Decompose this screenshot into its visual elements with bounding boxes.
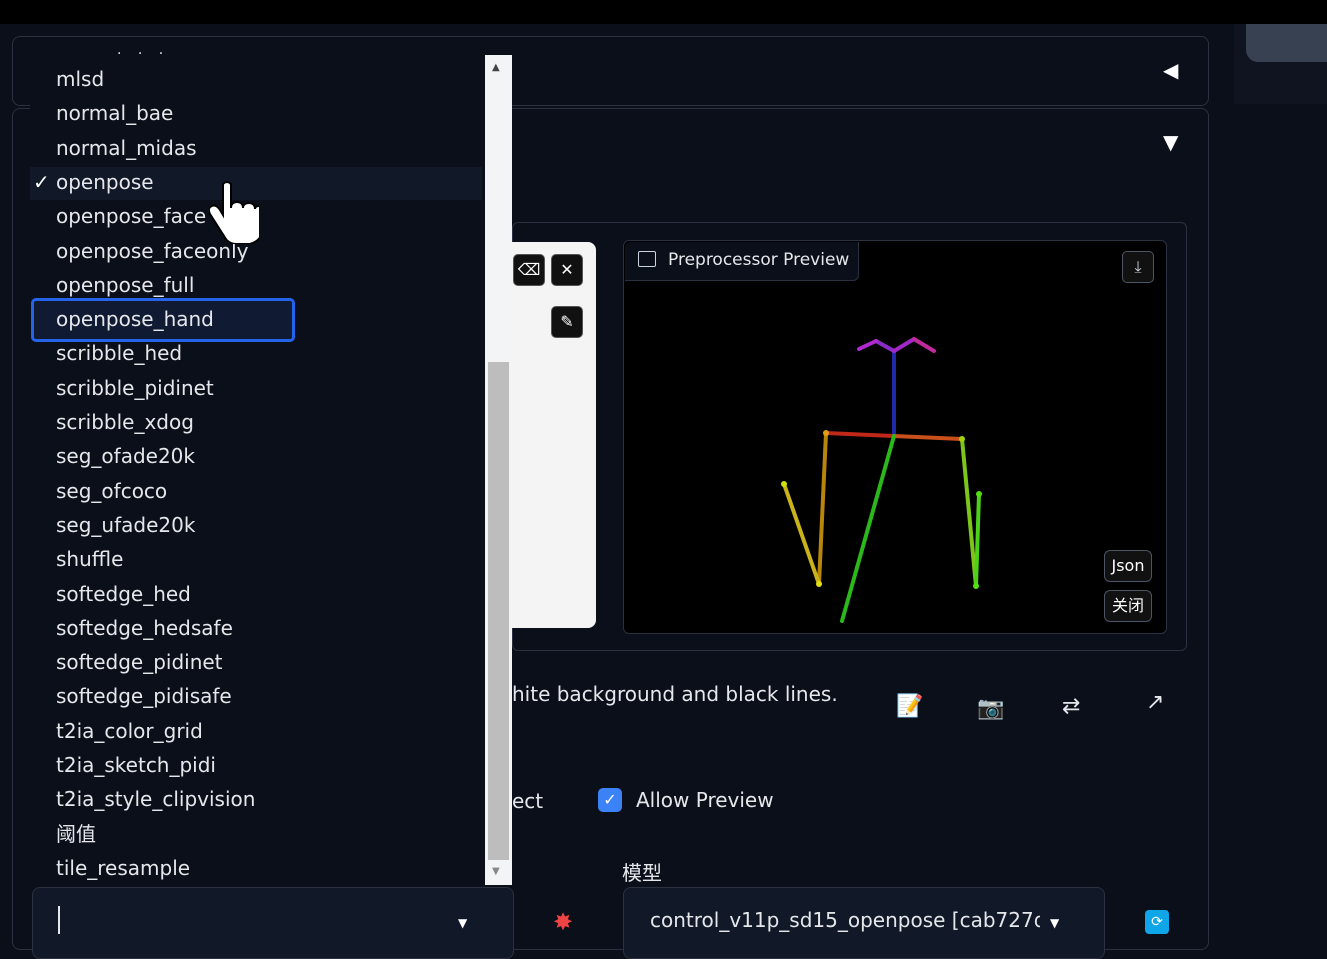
dropdown-item[interactable]: softedge_pidisafe: [56, 681, 232, 711]
dropdown-item[interactable]: t2ia_style_clipvision: [56, 784, 255, 814]
pose-skeleton-image: [781, 337, 982, 623]
camera-icon[interactable]: 📷: [977, 696, 1004, 721]
partial-item: . . .: [117, 42, 170, 58]
scroll-up-icon[interactable]: ▲: [492, 62, 500, 73]
pixel-perfect-label: ect: [512, 789, 544, 813]
checkmark-icon: ✓: [33, 169, 50, 194]
dropdown-item[interactable]: seg_ufade20k: [56, 510, 195, 540]
dropdown-item[interactable]: t2ia_sketch_pidi: [56, 750, 216, 780]
dropdown-item[interactable]: softedge_hed: [56, 579, 191, 609]
dropdown-item[interactable]: softedge_hedsafe: [56, 613, 233, 643]
swap-icon[interactable]: ⇄: [1062, 694, 1080, 719]
dropdown-item[interactable]: openpose_face: [56, 201, 206, 231]
dropdown-item[interactable]: openpose_hand: [56, 304, 214, 334]
send-icon[interactable]: ↗: [1146, 690, 1164, 715]
preprocessor-description: hite background and black lines.: [512, 682, 838, 706]
collapse-left-icon[interactable]: ◀: [1163, 58, 1178, 82]
dropdown-item[interactable]: openpose_full: [56, 270, 194, 300]
scrollbar-thumb[interactable]: [488, 362, 509, 860]
dropdown-item[interactable]: normal_bae: [56, 98, 173, 128]
model-title: 模型: [622, 861, 662, 885]
brush-icon[interactable]: ✎: [551, 306, 583, 338]
dropdown-item[interactable]: shuffle: [56, 544, 123, 574]
dropdown-item[interactable]: 阈值: [56, 819, 96, 849]
preview-title: Preprocessor Preview: [668, 250, 850, 270]
json-button[interactable]: Json: [1104, 550, 1152, 582]
refresh-icon[interactable]: ⟳: [1145, 910, 1169, 934]
fire-icon[interactable]: ✸: [553, 908, 573, 936]
eraser-icon[interactable]: ⌫: [513, 254, 545, 286]
chevron-down-icon: ▼: [1050, 916, 1060, 930]
allow-preview-label: Allow Preview: [636, 788, 774, 812]
scroll-down-icon[interactable]: ▼: [492, 866, 500, 877]
image-icon: [638, 251, 656, 267]
edit-icon[interactable]: 📝: [896, 694, 923, 719]
dropdown-item[interactable]: mlsd: [56, 64, 104, 94]
top-right-tab[interactable]: [1246, 24, 1327, 62]
preprocessor-select[interactable]: [32, 887, 514, 959]
dropdown-item[interactable]: openpose: [56, 167, 154, 197]
top-bar: [0, 0, 1327, 24]
text-cursor: [58, 906, 60, 934]
close-preview-button[interactable]: 关闭: [1104, 590, 1152, 622]
dropdown-item[interactable]: seg_ofcoco: [56, 476, 167, 506]
dropdown-item[interactable]: normal_midas: [56, 133, 197, 163]
model-select-value: control_v11p_sd15_openpose [cab727d: [650, 908, 1040, 932]
chevron-down-icon: ▼: [458, 916, 468, 930]
dropdown-item[interactable]: tile_resample: [56, 853, 190, 883]
hand-cursor-icon: [209, 181, 259, 244]
dropdown-item[interactable]: t2ia_color_grid: [56, 716, 203, 746]
image-input-panel[interactable]: [512, 242, 596, 628]
dropdown-item[interactable]: scribble_pidinet: [56, 373, 214, 403]
allow-preview-checkbox[interactable]: ✓: [598, 788, 622, 812]
dropdown-item[interactable]: scribble_xdog: [56, 407, 194, 437]
close-icon[interactable]: ✕: [551, 254, 583, 286]
download-icon[interactable]: ⤓: [1122, 251, 1154, 283]
dropdown-item[interactable]: softedge_pidinet: [56, 647, 223, 677]
dropdown-item[interactable]: seg_ofade20k: [56, 441, 195, 471]
collapse-down-icon[interactable]: ▼: [1163, 130, 1178, 154]
dropdown-item[interactable]: scribble_hed: [56, 338, 182, 368]
